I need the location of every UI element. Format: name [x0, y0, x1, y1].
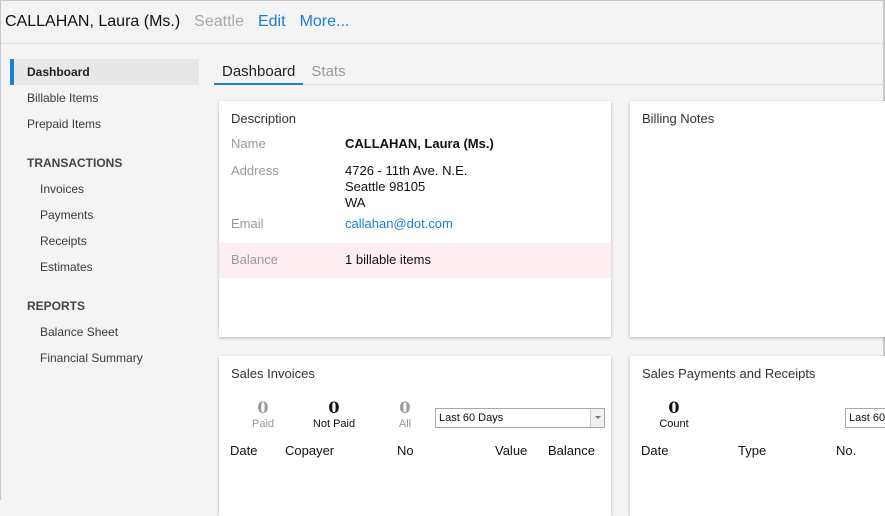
stat-all-label: All — [398, 418, 412, 430]
name-value: CALLAHAN, Laura (Ms.) — [345, 136, 494, 151]
col-value[interactable]: Value — [495, 443, 527, 458]
stat-all[interactable]: 0 All — [365, 399, 445, 431]
app-window: CALLAHAN, Laura (Ms.) Seattle Edit More.… — [0, 0, 885, 516]
invoices-period-value: Last 60 Days — [439, 412, 504, 424]
email-row: Email callahan@dot.com — [219, 216, 611, 236]
tab-dashboard[interactable]: Dashboard — [214, 59, 304, 85]
page-header: CALLAHAN, Laura (Ms.) Seattle Edit More.… — [1, 1, 883, 44]
name-label: Name — [231, 136, 266, 151]
col-no[interactable]: No. — [836, 443, 856, 458]
stat-not-paid-value: 0 — [328, 398, 340, 417]
customer-city: Seattle — [194, 13, 244, 30]
sidebar-item-payments[interactable]: Payments — [1, 202, 201, 228]
sidebar-section-reports: REPORTS — [27, 299, 86, 313]
address-row: Address 4726 - 11th Ave. N.E. Seattle 98… — [219, 163, 611, 213]
billing-notes-card: Billing Notes — [630, 101, 885, 337]
stat-paid-value: 0 — [257, 398, 269, 417]
tab-stats[interactable]: Stats — [303, 59, 353, 85]
description-title: Description — [231, 111, 297, 126]
address-label: Address — [231, 163, 279, 178]
payments-period-select[interactable]: Last 60 Days — [845, 408, 885, 428]
address-line-2: Seattle 98105 — [345, 179, 426, 194]
payments-period-value: Last 60 Days — [849, 412, 885, 424]
balance-label: Balance — [231, 252, 278, 267]
stat-count[interactable]: 0 Count — [634, 399, 714, 431]
sales-payments-title: Sales Payments and Receipts — [642, 366, 816, 381]
billing-notes-title: Billing Notes — [642, 111, 715, 126]
col-date[interactable]: Date — [641, 443, 668, 458]
stat-paid[interactable]: 0 Paid — [223, 399, 303, 431]
sidebar-section-transactions: TRANSACTIONS — [27, 156, 123, 170]
col-balance[interactable]: Balance — [548, 443, 595, 458]
stat-all-value: 0 — [399, 398, 411, 417]
sidebar-item-dashboard[interactable]: Dashboard — [10, 59, 199, 85]
more-link[interactable]: More... — [300, 13, 350, 31]
stat-count-label: Count — [659, 418, 689, 430]
balance-row: Balance 1 billable items — [219, 243, 611, 278]
balance-value: 1 billable items — [345, 252, 431, 267]
email-label: Email — [231, 216, 264, 231]
email-link[interactable]: callahan@dot.com — [345, 216, 453, 232]
sidebar-item-prepaid-items[interactable]: Prepaid Items — [1, 111, 201, 137]
invoices-period-select[interactable]: Last 60 Days — [435, 408, 605, 428]
stat-paid-label: Paid — [251, 418, 275, 430]
tab-bar: Dashboard Stats — [214, 59, 885, 85]
name-row: Name CALLAHAN, Laura (Ms.) — [219, 136, 611, 156]
description-card: Description Name CALLAHAN, Laura (Ms.) A… — [219, 101, 611, 337]
address-line-3: WA — [345, 195, 366, 210]
address-line-1: 4726 - 11th Ave. N.E. — [345, 163, 468, 178]
stat-not-paid-label: Not Paid — [312, 418, 356, 430]
col-date[interactable]: Date — [230, 443, 257, 458]
col-copayer[interactable]: Copayer — [285, 443, 334, 458]
stat-not-paid[interactable]: 0 Not Paid — [294, 399, 374, 431]
sidebar-item-financial-summary[interactable]: Financial Summary — [1, 345, 201, 371]
address-value: 4726 - 11th Ave. N.E. Seattle 98105 WA — [345, 163, 467, 211]
sidebar-item-invoices[interactable]: Invoices — [1, 176, 201, 202]
sales-payments-card: Sales Payments and Receipts 0 Count Last… — [630, 356, 885, 516]
edit-link[interactable]: Edit — [258, 13, 286, 31]
col-type[interactable]: Type — [738, 443, 766, 458]
sidebar-item-receipts[interactable]: Receipts — [1, 228, 201, 254]
chevron-down-icon[interactable] — [590, 409, 604, 427]
sidebar-item-balance-sheet[interactable]: Balance Sheet — [1, 319, 201, 345]
stat-count-value: 0 — [668, 398, 680, 417]
sidebar: Dashboard Billable Items Prepaid Items T… — [1, 59, 201, 371]
sidebar-item-billable-items[interactable]: Billable Items — [1, 85, 201, 111]
col-no[interactable]: No — [397, 443, 414, 458]
customer-title: CALLAHAN, Laura (Ms.) — [5, 13, 181, 30]
sales-invoices-card: Sales Invoices 0 Paid 0 Not Paid 0 All L… — [219, 356, 611, 516]
sales-invoices-title: Sales Invoices — [231, 366, 315, 381]
sidebar-item-estimates[interactable]: Estimates — [1, 254, 201, 280]
